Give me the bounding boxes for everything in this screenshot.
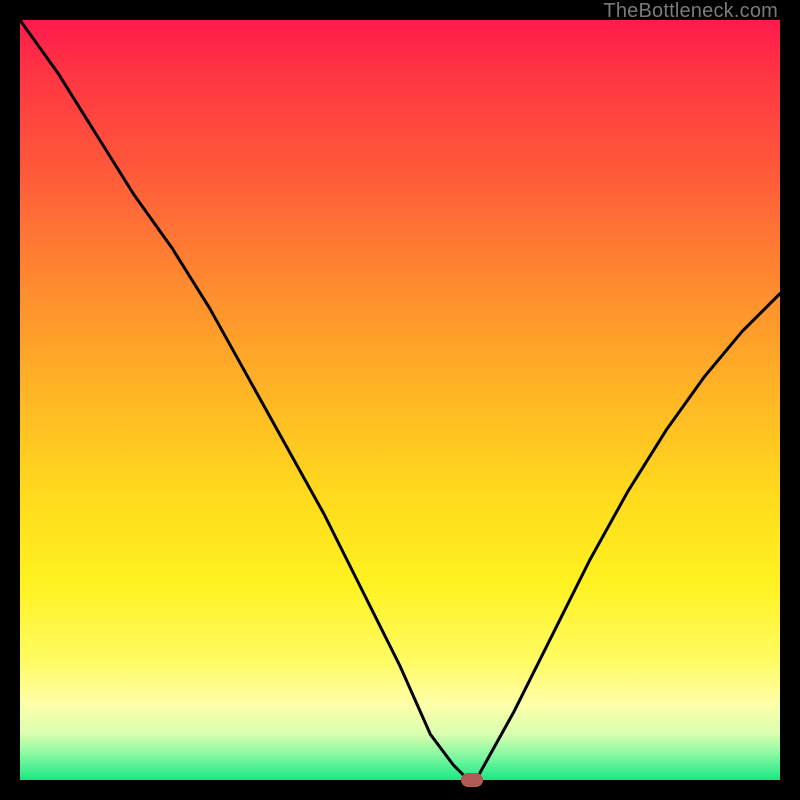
bottleneck-curve [20,20,780,780]
chart-frame: TheBottleneck.com [0,0,800,800]
optimum-marker [461,773,483,787]
plot-area [20,20,780,780]
